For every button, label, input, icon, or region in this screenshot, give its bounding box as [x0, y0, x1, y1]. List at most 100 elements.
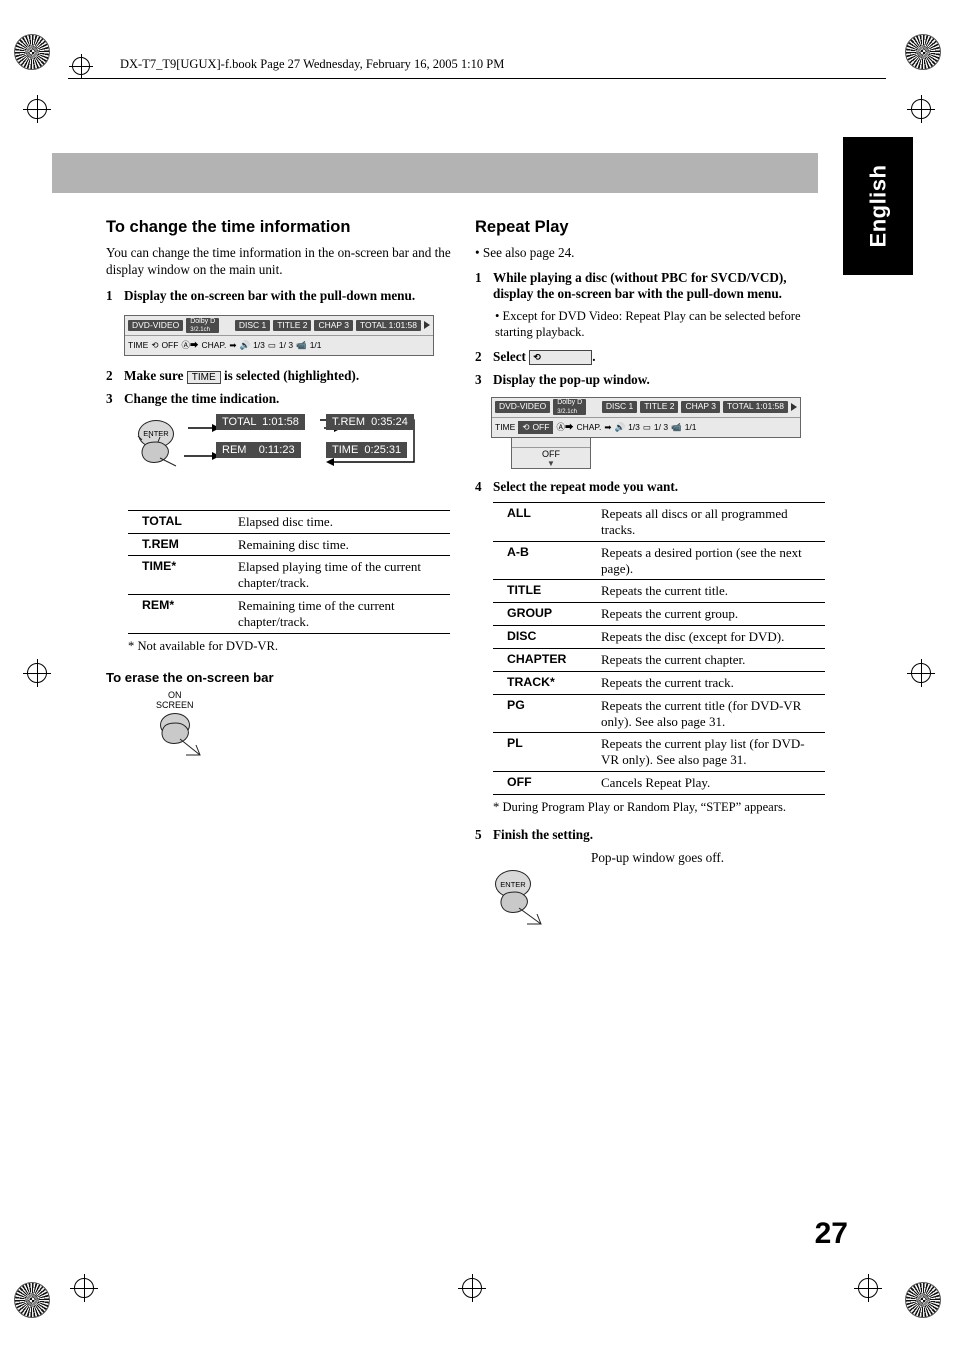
left-step-1-number: 1	[106, 288, 113, 303]
table-row: DISC Repeats the disc (except for DVD).	[493, 625, 825, 649]
right-total-badge: TOTAL 1:01:58	[723, 401, 788, 413]
right-onscreen-bar-row-1: DVD-VIDEO Dolby D 3/2.1ch DISC 1 TITLE 2…	[492, 398, 800, 418]
right-chapter-badge: CHAP 3	[681, 401, 721, 413]
time-row-0-desc: Elapsed disc time.	[238, 513, 333, 529]
right-step-4-number: 4	[475, 479, 482, 495]
right-step-4: 4 Select the repeat mode you want.	[475, 479, 825, 496]
left-audio-format-badge: Dolby D 3/2.1ch	[186, 317, 220, 334]
left-audio-chip: 🔊 1/3	[239, 340, 264, 351]
time-row-2-star: *	[171, 559, 177, 574]
right-step-1-number: 1	[475, 269, 482, 285]
right-step-2-text: Select ⟲.	[493, 349, 596, 366]
audio-icon: 🔊	[239, 339, 251, 350]
right-step-1-text: While playing a disc (without PBC for SV…	[493, 269, 787, 302]
right-step-5-number: 5	[475, 827, 482, 843]
time-row-3-star: *	[169, 598, 175, 613]
subtitle-icon-2: ▭	[642, 421, 651, 432]
skip-icon: ➡	[229, 339, 237, 350]
time-box-trem-label: T.REM	[332, 415, 365, 428]
repeat-icon-2: ⟲	[522, 421, 530, 432]
table-row: REM* Remaining time of the current chapt…	[128, 594, 450, 633]
right-step-1-subnote: • Except for DVD Video: Repeat Play can …	[495, 309, 801, 340]
repeat-row-1-key: A-B	[493, 540, 597, 580]
left-step-2-text: Make sure TIME is selected (highlighted)…	[124, 368, 359, 385]
time-row-2-key-text: TIME	[142, 559, 172, 574]
table-row: TRACK* Repeats the current track.	[493, 670, 825, 695]
left-angle-chip: 📹 1/1	[296, 340, 321, 351]
repeat-row-6-key: TRACK*	[493, 670, 597, 695]
time-row-3-desc: Remaining time of the current chapter/tr…	[234, 594, 450, 633]
corner-decoration-top-left	[14, 34, 50, 70]
left-section-title: To change the time information	[106, 218, 351, 236]
repeat-popup-header	[512, 438, 590, 448]
repeat-row-9-key: OFF	[493, 771, 597, 795]
left-title-badge: TITLE 2	[273, 319, 312, 332]
left-total-badge: TOTAL 1:01:58	[356, 319, 421, 332]
skip-icon-2: ➡	[604, 421, 612, 432]
left-angle-value: 1/1	[309, 340, 322, 351]
repeat-row-3-key: GROUP	[493, 602, 597, 626]
left-audio-format-main: Dolby D	[190, 317, 216, 325]
time-row-2-desc: Elapsed playing time of the current chap…	[234, 555, 450, 595]
time-row-2-key: TIME*	[128, 555, 234, 595]
left-audio-format-sub: 3/2.1ch	[190, 326, 210, 333]
right-step-2-number: 2	[475, 348, 482, 364]
repeat-row-6-key-text: TRACK	[507, 674, 551, 689]
left-onscreen-bar-row-2: TIME ⟲ OFF Ⓐ➡ CHAP. ➡ 🔊 1/3 ▭ 1/ 3 📹 1/1	[125, 336, 433, 355]
language-tab-label: English	[865, 164, 891, 248]
see-also-note: • See also page 24.	[475, 245, 575, 260]
right-title-badge: TITLE 2	[640, 401, 679, 413]
time-box-trem-value: 0:35:24	[371, 415, 408, 428]
repeat-popup-window[interactable]: OFF ▼	[511, 436, 591, 470]
right-section-title: Repeat Play	[475, 218, 569, 236]
repeat-mode-table: ALL Repeats all discs or all programmed …	[493, 502, 825, 796]
left-step-2: 2 Make sure TIME is selected (highlighte…	[106, 368, 458, 385]
left-step-3-text: Change the time indication.	[124, 390, 280, 406]
left-subtitle-chip: ▭ 1/ 3	[268, 340, 293, 351]
repeat-row-4-desc: Repeats the disc (except for DVD).	[597, 625, 825, 649]
time-row-1-desc: Remaining disc time.	[234, 532, 450, 556]
left-chap-chip: CHAP. ➡	[201, 340, 236, 351]
right-step-3-text: Display the pop-up window.	[493, 371, 650, 387]
table-row: TOTAL Elapsed disc time.	[128, 511, 450, 533]
time-information-table: TOTAL Elapsed disc time. T.REM Remaining…	[128, 509, 450, 634]
right-arrow-icon	[424, 321, 430, 330]
right-step-3: 3 Display the pop-up window.	[475, 372, 825, 389]
left-repeat-off-chip: ⟲ OFF	[151, 340, 178, 351]
angle-icon-2: 📹	[671, 421, 682, 432]
right-onscreen-bar-row-2: TIME ⟲ OFF Ⓐ➡ CHAP. ➡ 🔊 1/3 ▭ 1/ 3 📹 1/1	[492, 418, 800, 437]
table-row: ALL Repeats all discs or all programmed …	[493, 503, 825, 541]
table-row: T.REM Remaining disc time.	[128, 532, 450, 556]
angle-icon: 📹	[296, 339, 307, 350]
hand-pointer-icon-3	[500, 891, 542, 925]
time-box-time-label: TIME	[332, 443, 359, 456]
right-step-4-text: Select the repeat mode you want.	[493, 479, 679, 495]
table-row: CHAPTER Repeats the current chapter.	[493, 648, 825, 672]
time-box-time: TIME 0:25:31	[326, 441, 408, 458]
left-intro-text: You can change the time information in t…	[106, 245, 451, 277]
popup-off-note: Pop-up window goes off.	[591, 849, 725, 865]
right-subtitle-value: 1/ 3	[653, 422, 669, 433]
table-row: TIME* Elapsed playing time of the curren…	[128, 555, 450, 595]
repeat-icon: ⟲	[151, 339, 159, 350]
header-registration-icon	[69, 54, 93, 78]
left-onscreen-bar: DVD-VIDEO Dolby D 3/2.1ch DISC 1 TITLE 2…	[124, 314, 434, 356]
right-step-2-label: Select	[493, 348, 526, 364]
right-step-3-number: 3	[475, 371, 482, 387]
repeat-mode-selector-chip[interactable]: ⟲	[529, 350, 593, 366]
right-time-chip: TIME	[495, 422, 516, 433]
left-total-label: TOTAL	[360, 319, 387, 330]
hand-pointer-icon	[137, 435, 177, 467]
repeat-row-5-key: CHAPTER	[493, 648, 597, 672]
erase-onscreen-heading: To erase the on-screen bar	[106, 669, 274, 685]
book-header: DX-T7_T9[UGUX]-f.book Page 27 Wednesday,…	[68, 56, 886, 79]
right-angle-value: 1/1	[684, 422, 697, 433]
right-step-1: 1 While playing a disc (without PBC for …	[475, 270, 825, 304]
section-banner	[52, 153, 818, 193]
time-box-rem-value: 0:11:23	[258, 443, 295, 456]
ab-repeat-icon-2: Ⓐ➡	[556, 422, 574, 433]
right-audio-format-sub: 3/2.1ch	[557, 408, 577, 415]
time-box-total: TOTAL 1:01:58	[216, 413, 305, 430]
repeat-row-0-desc: Repeats all discs or all programmed trac…	[601, 506, 788, 537]
left-total-value: 1:01:58	[388, 319, 417, 330]
